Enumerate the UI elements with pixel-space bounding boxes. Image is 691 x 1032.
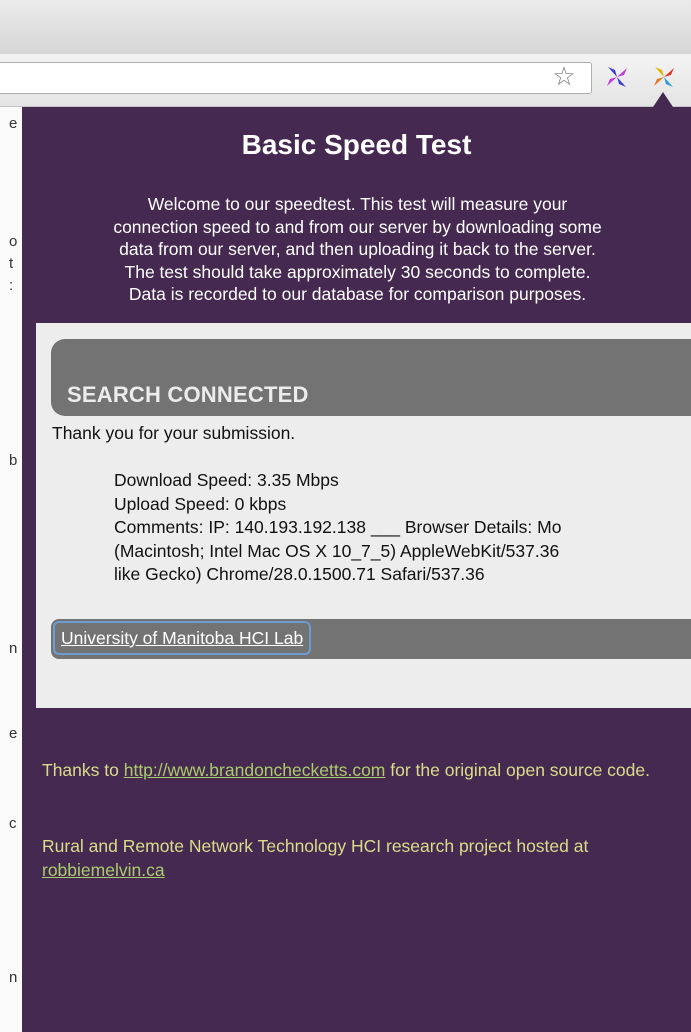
submission-thanks: Thank you for your submission. [52, 423, 296, 443]
popup-title: Basic Speed Test [241, 129, 472, 160]
edge-glyph: n [9, 969, 18, 986]
intro-line: The test should take approximately 30 se… [124, 261, 591, 282]
intro-line: Data is recorded to our database for com… [128, 284, 587, 304]
edge-glyph: e [9, 725, 18, 742]
address-bar[interactable] [0, 62, 592, 94]
hosting-prefix: Rural and Remote Network Technology HCI … [42, 836, 589, 856]
result-header-bar: SEARCH CONNECTED [51, 339, 691, 416]
lab-link-bar: University of Manitoba HCI Lab [51, 619, 691, 659]
star-icon[interactable]: ☆ [549, 61, 579, 91]
pinwheel-extension-icon-active[interactable] [649, 62, 679, 92]
intro-line: Welcome to our speedtest. This test will… [147, 194, 568, 214]
brandonchecketts-link[interactable]: http://www.brandonchecketts.com [124, 760, 386, 780]
browser-titlebar [0, 0, 691, 55]
speed-test-popup: Basic Speed Test Welcome to our speedtes… [22, 107, 691, 1032]
hosting-text: Rural and Remote Network Technology HCI … [42, 835, 682, 882]
intro-line: data from our server, and then uploading… [119, 239, 596, 259]
edge-glyph: c [9, 815, 17, 832]
edge-glyph: b [9, 452, 18, 469]
credits-text: Thanks to http://www.brandonchecketts.co… [42, 759, 682, 783]
edge-glyph: t [9, 255, 14, 272]
edge-glyph: : [9, 277, 14, 294]
comments-line: like Gecko) Chrome/28.0.1500.71 Safari/5… [114, 564, 485, 584]
edge-glyph: e [9, 115, 18, 132]
result-details: Download Speed: 3.35 Mbps Upload Speed: … [114, 469, 691, 587]
pinwheel-extension-icon[interactable] [602, 62, 632, 92]
robbiemelvin-link[interactable]: robbiemelvin.ca [42, 860, 165, 880]
page-behind-popup: e o t : b n e c n [0, 107, 23, 1032]
pinwheel-glyph [607, 67, 627, 87]
browser-toolbar [0, 54, 691, 107]
edge-glyph: n [9, 640, 18, 657]
popup-pointer [653, 92, 673, 107]
credits-suffix: for the original open source code. [385, 760, 650, 780]
comments-line: (Macintosh; Intel Mac OS X 10_7_5) Apple… [114, 540, 560, 561]
comments-line: Comments: IP: 140.193.192.138 ___ Browse… [114, 517, 562, 537]
result-header: SEARCH CONNECTED [67, 382, 309, 407]
credits-prefix: Thanks to [42, 760, 124, 780]
pinwheel-glyph [654, 67, 674, 87]
upload-speed: Upload Speed: 0 kbps [114, 493, 287, 514]
lab-link[interactable]: University of Manitoba HCI Lab [53, 621, 312, 655]
intro-line: connection speed to and from our server … [113, 216, 602, 237]
intro-text: Welcome to our speedtest. This test will… [30, 193, 685, 306]
download-speed: Download Speed: 3.35 Mbps [114, 470, 339, 490]
result-panel: SEARCH CONNECTED Thank you for your subm… [36, 323, 691, 708]
edge-glyph: o [9, 233, 18, 250]
